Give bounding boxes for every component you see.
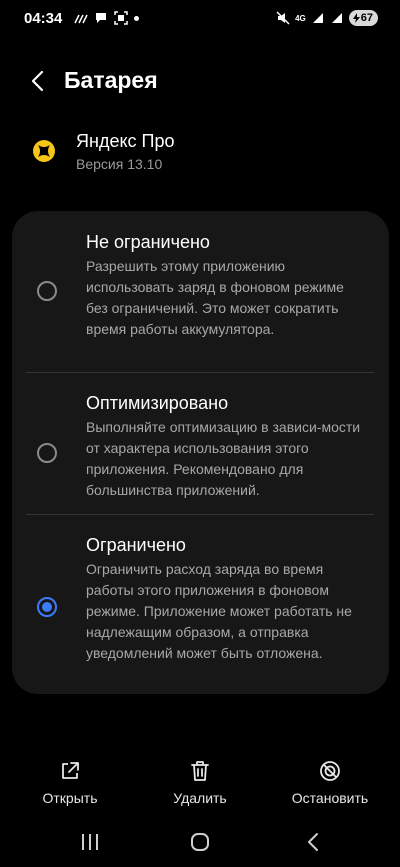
- signal-slash-icon: [74, 11, 88, 25]
- option-description: Ограничить расход заряда во время работы…: [86, 561, 352, 661]
- trash-icon: [189, 760, 211, 782]
- radio-restricted[interactable]: [37, 597, 57, 617]
- app-version: Версия 13.10: [76, 156, 163, 172]
- app-name: Яндекс Про: [76, 131, 175, 151]
- option-description: Выполняйте оптимизацию в зависи-мости от…: [86, 419, 361, 498]
- page-title: Батарея: [64, 67, 158, 93]
- status-right-icons: 4G 67: [276, 10, 378, 26]
- radio-optimized[interactable]: [37, 443, 57, 463]
- network-type-label: 4G: [295, 13, 306, 23]
- open-external-icon: [59, 760, 81, 782]
- bottom-actions: Открыть Удалить Остановить: [0, 760, 400, 810]
- back-nav-icon[interactable]: [303, 832, 325, 852]
- option-description: Разрешить этому приложению использовать …: [86, 258, 344, 337]
- open-label: Открыть: [42, 790, 98, 806]
- app-info: Яндекс Про Версия 13.10: [0, 128, 400, 188]
- option-unrestricted[interactable]: Не ограничено Разрешить этому приложению…: [12, 211, 389, 372]
- yandex-pro-app-icon: [32, 139, 56, 163]
- back-icon[interactable]: [28, 68, 48, 94]
- notification-dot-icon: [134, 15, 139, 21]
- mute-icon: [276, 11, 290, 25]
- option-title: Не ограничено: [86, 232, 210, 252]
- stop-icon: [319, 760, 341, 782]
- delete-label: Удалить: [173, 790, 227, 806]
- option-title: Оптимизировано: [86, 393, 229, 413]
- signal-icon: [311, 11, 325, 25]
- option-optimized[interactable]: Оптимизировано Выполняйте оптимизацию в …: [12, 373, 389, 514]
- navigation-bar: [0, 828, 400, 858]
- screenshot-icon: [114, 11, 128, 25]
- charging-icon: [352, 13, 360, 23]
- signal-icon-2: [330, 11, 344, 25]
- status-left-icons: [74, 11, 139, 25]
- battery-options-card: Не ограничено Разрешить этому приложению…: [12, 211, 389, 694]
- delete-button[interactable]: Удалить: [145, 760, 255, 806]
- open-button[interactable]: Открыть: [15, 760, 125, 806]
- option-restricted[interactable]: Ограничено Ограничить расход заряда во в…: [12, 515, 389, 694]
- status-bar: 04:34 4G 67: [0, 0, 400, 38]
- stop-button[interactable]: Остановить: [275, 760, 385, 806]
- battery-indicator: 67: [348, 10, 378, 26]
- recent-apps-icon[interactable]: [79, 832, 101, 852]
- home-icon[interactable]: [189, 832, 211, 852]
- header: Батарея: [0, 62, 400, 102]
- status-time: 04:34: [24, 10, 63, 27]
- chat-bubble-icon: [94, 11, 108, 25]
- radio-unrestricted[interactable]: [37, 281, 57, 301]
- option-title: Ограничено: [86, 535, 186, 555]
- stop-label: Остановить: [291, 790, 369, 806]
- battery-level: 67: [360, 12, 373, 24]
